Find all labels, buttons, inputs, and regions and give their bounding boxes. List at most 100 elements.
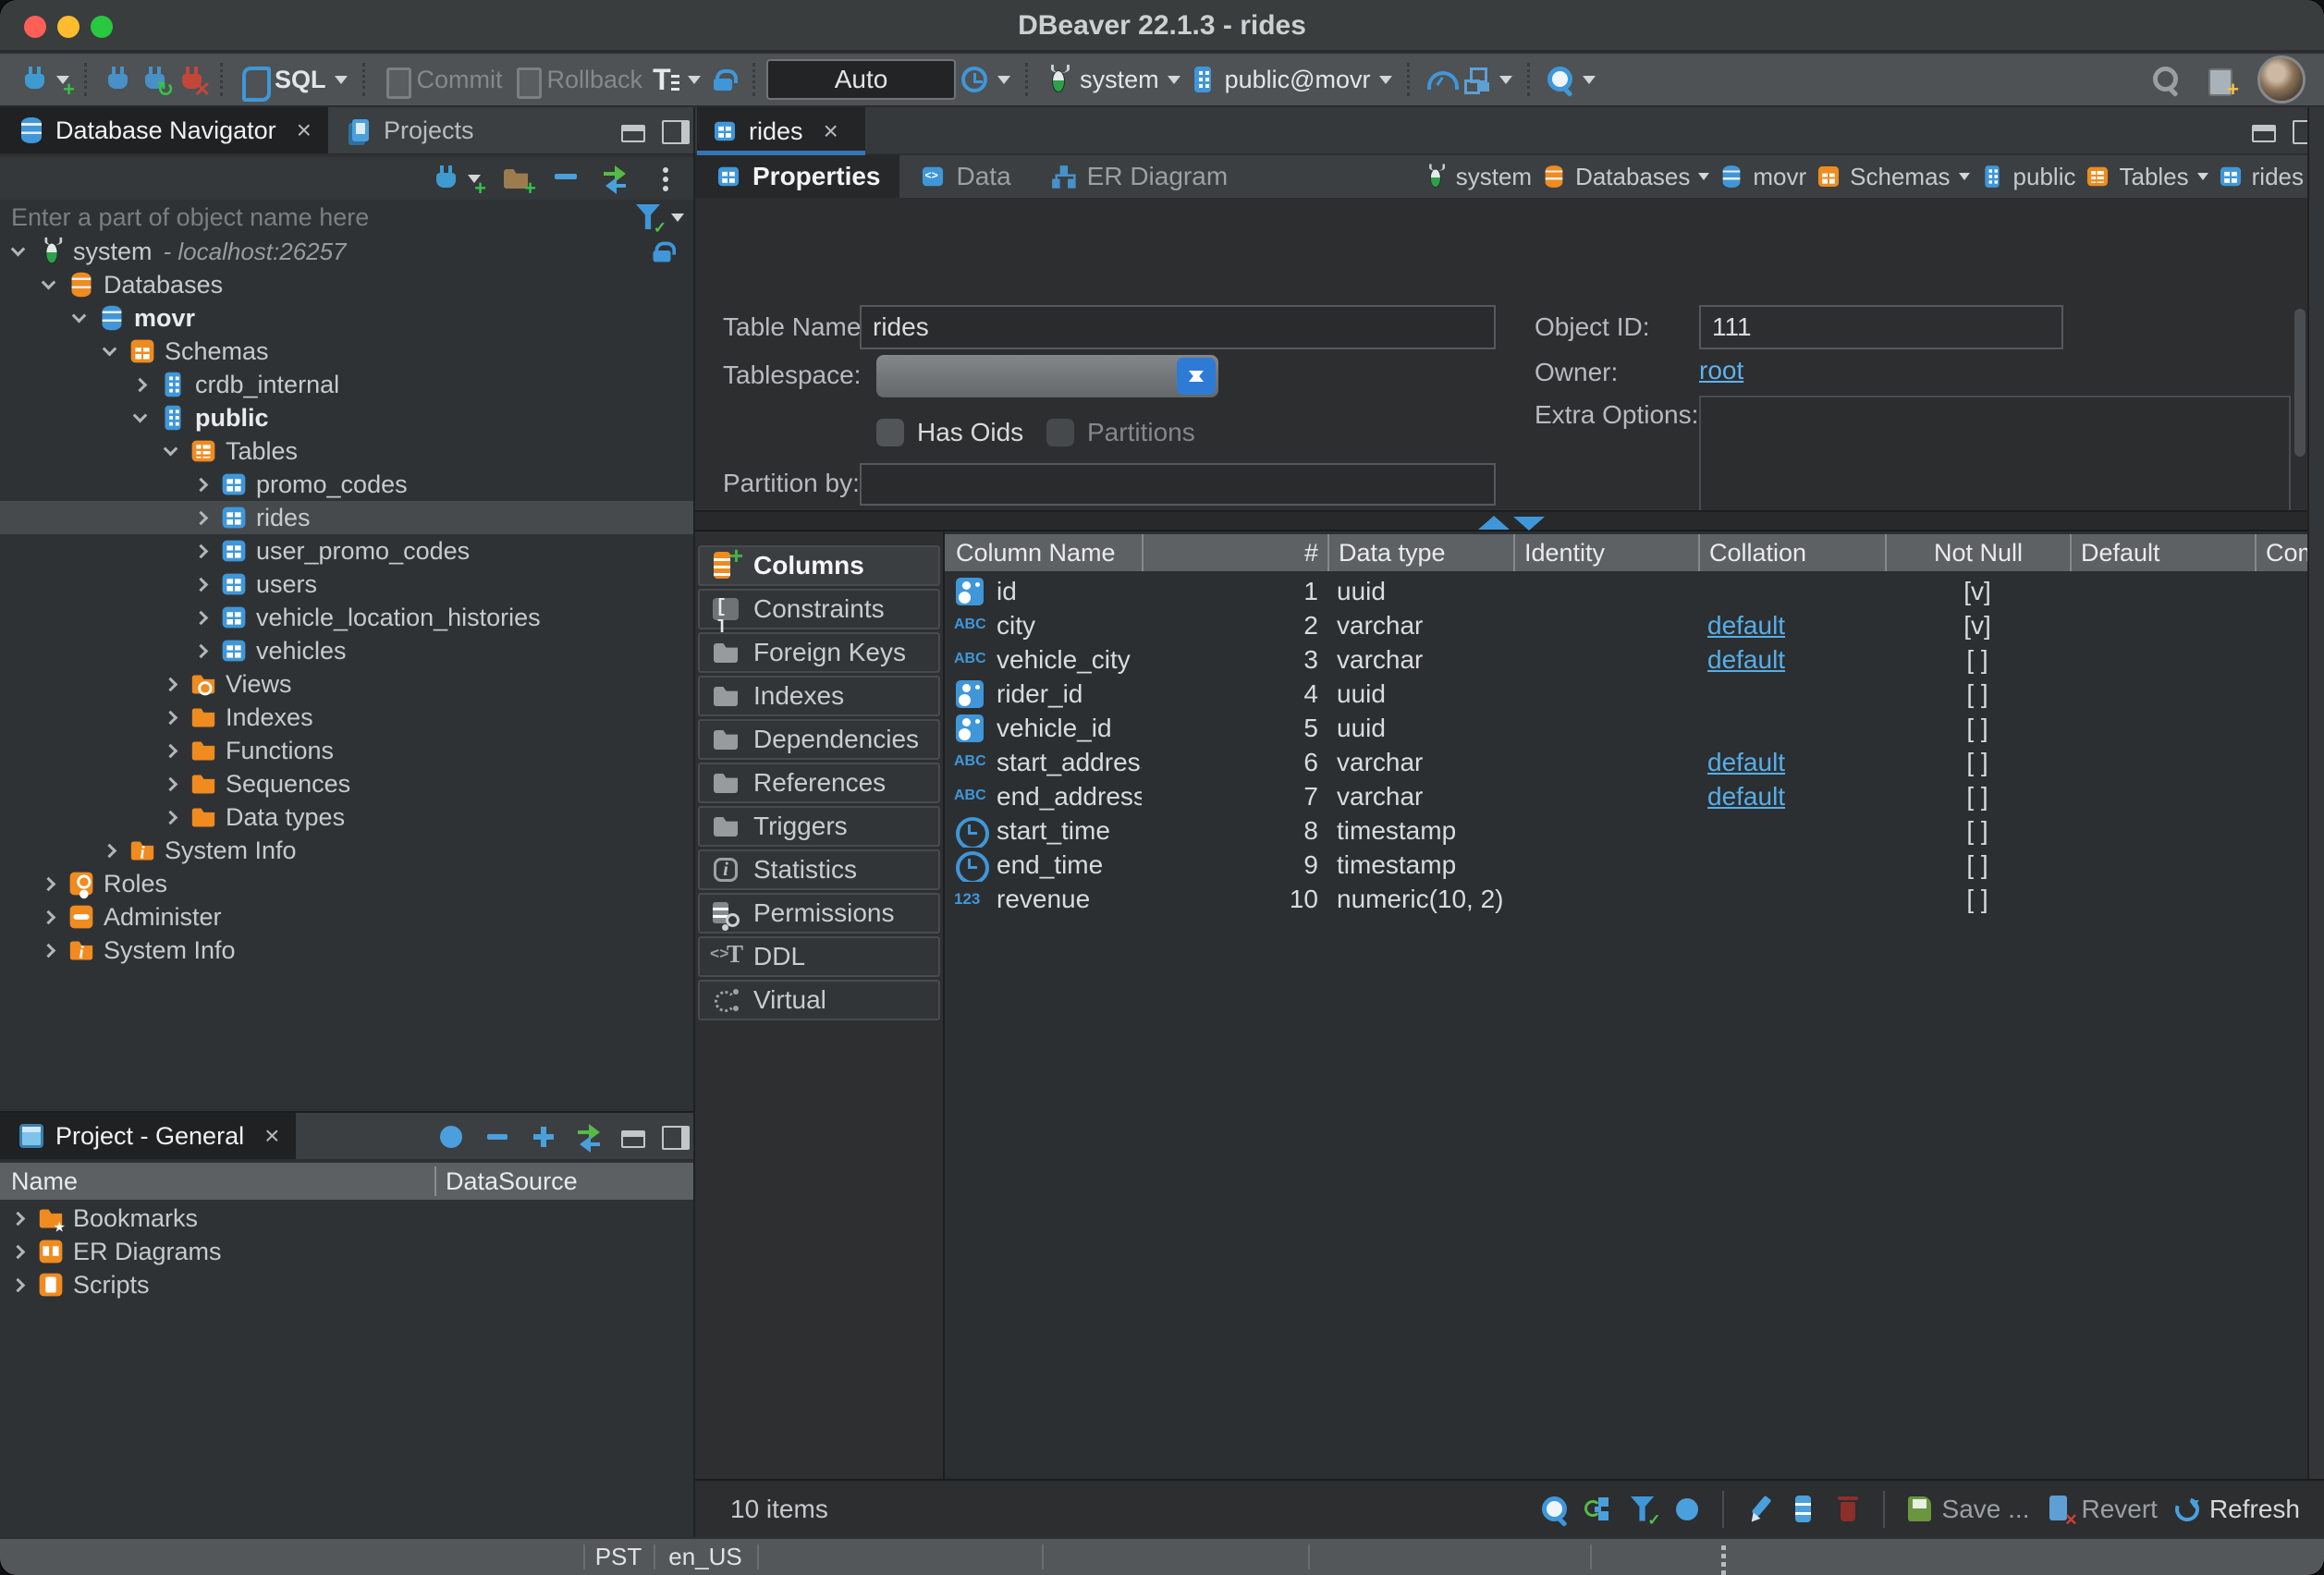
packages-button[interactable] — [1462, 65, 1512, 94]
grid-filter[interactable] — [1628, 1495, 1657, 1524]
grid-header-data-type[interactable]: Data type — [1327, 534, 1513, 571]
new-window-button[interactable]: + — [2204, 65, 2233, 94]
minus-button[interactable] — [483, 1122, 512, 1152]
chevron-down-icon[interactable] — [72, 308, 87, 323]
chevron-right-icon[interactable] — [164, 710, 178, 725]
max-ctl[interactable] — [656, 1122, 686, 1152]
locale-indicator[interactable]: en_US — [654, 1539, 757, 1575]
chevron-down-icon[interactable] — [1379, 76, 1392, 84]
combo-arrows-icon[interactable] — [1177, 358, 1216, 395]
chevron-down-icon[interactable] — [133, 408, 148, 422]
chevron-right-icon[interactable] — [11, 1211, 26, 1226]
chevron-right-icon[interactable] — [194, 477, 209, 492]
tree-item-rides[interactable]: rides — [0, 501, 693, 534]
sql-editor-button[interactable]: SQL — [238, 65, 348, 94]
editor-tab-rides[interactable]: rides × — [697, 107, 865, 155]
subtab-properties[interactable]: Properties — [695, 155, 899, 198]
grid-header-identity[interactable]: Identity — [1513, 534, 1698, 571]
chevron-down-icon[interactable] — [688, 76, 701, 84]
chevron-down-icon[interactable] — [1698, 173, 1709, 180]
section-tab-virtual[interactable]: Virtual — [698, 980, 940, 1020]
breadcrumb-databases[interactable]: Databases — [1539, 162, 1709, 191]
chevron-right-icon[interactable] — [42, 910, 56, 924]
kebab-button[interactable] — [651, 164, 680, 193]
user-avatar-button[interactable] — [2257, 55, 2306, 104]
chevron-down-icon[interactable] — [1499, 76, 1512, 84]
timezone-indicator[interactable]: PST — [583, 1539, 654, 1575]
chevron-down-icon[interactable] — [335, 76, 348, 84]
revert-button[interactable]: Revert — [2044, 1495, 2157, 1524]
section-tab-columns[interactable]: Columns — [698, 545, 940, 586]
tree-item-crdb-internal[interactable]: crdb_internal — [0, 368, 693, 401]
section-tab-foreign-keys[interactable]: Foreign Keys — [698, 632, 940, 673]
minimize-editor-icon[interactable] — [2248, 116, 2278, 146]
tree-item-databases[interactable]: Databases — [0, 268, 693, 301]
form-scrollbar[interactable] — [2294, 309, 2306, 457]
breadcrumb-rides[interactable]: rides — [2216, 162, 2304, 191]
collation-default-link[interactable]: default — [1707, 748, 1785, 777]
tree-item-promo-codes[interactable]: promo_codes — [0, 468, 693, 501]
chevron-right-icon[interactable] — [194, 543, 209, 558]
section-tab-permissions[interactable]: Permissions — [698, 893, 940, 934]
section-tab-indexes[interactable]: Indexes — [698, 676, 940, 716]
chevron-down-icon[interactable] — [671, 214, 684, 222]
tree-item-vehicles[interactable]: vehicles — [0, 634, 693, 667]
project-item-bookmarks[interactable]: Bookmarks — [0, 1202, 693, 1235]
min-ctl[interactable] — [618, 1122, 647, 1152]
tree-item-functions[interactable]: Functions — [0, 734, 693, 767]
close-icon[interactable]: × — [824, 118, 838, 144]
sync-sel-button[interactable] — [601, 164, 630, 193]
chevron-right-icon[interactable] — [194, 510, 209, 525]
chevron-right-icon[interactable] — [11, 1244, 26, 1259]
chevron-down-icon[interactable] — [11, 241, 26, 256]
tree-item-vehicle-location-histories[interactable]: vehicle_location_histories — [0, 601, 693, 634]
chevron-right-icon[interactable] — [194, 577, 209, 592]
chevron-right-icon[interactable] — [42, 876, 56, 891]
commit-button[interactable]: Commit — [380, 65, 503, 94]
chevron-right-icon[interactable] — [164, 677, 178, 691]
tree-item-tables[interactable]: Tables — [0, 434, 693, 468]
chevron-down-icon[interactable] — [1959, 173, 1970, 180]
chevron-right-icon[interactable] — [194, 643, 209, 658]
partition-by-input[interactable] — [860, 463, 1496, 506]
tree-item-system-info[interactable]: System Info — [0, 834, 693, 867]
table-row[interactable]: end_address7varchardefault[ ] — [945, 779, 2307, 813]
statusbar-drag-handle[interactable] — [1721, 1545, 1726, 1550]
grid-delete[interactable] — [1833, 1495, 1863, 1524]
chevron-down-icon[interactable] — [103, 341, 117, 356]
breadcrumb-system[interactable]: system — [1420, 162, 1532, 191]
chevron-right-icon[interactable] — [42, 943, 56, 958]
object-filter-input[interactable] — [9, 202, 633, 233]
chevron-down-icon[interactable] — [1168, 76, 1180, 84]
column-header-name[interactable]: Name — [0, 1167, 434, 1196]
plug-new-button[interactable]: + — [430, 164, 481, 193]
chevron-right-icon[interactable] — [103, 843, 117, 858]
subtab-data[interactable]: Data — [899, 155, 1030, 198]
table-row[interactable]: vehicle_city3varchardefault[ ] — [945, 642, 2307, 677]
chevron-right-icon[interactable] — [164, 810, 178, 824]
plug-reconnect-button[interactable]: ↻ — [139, 65, 168, 94]
collapse-all-button[interactable] — [551, 164, 581, 193]
tree-item-views[interactable]: Views — [0, 667, 693, 701]
has-oids-checkbox[interactable] — [876, 419, 904, 446]
section-tab-statistics[interactable]: Statistics — [698, 849, 940, 890]
cockroach-button[interactable]: system — [1043, 65, 1180, 94]
folder-new-button[interactable]: + — [501, 164, 531, 193]
maximize-panel-icon[interactable] — [656, 116, 686, 146]
section-tab-triggers[interactable]: Triggers — [698, 806, 940, 847]
tree-item-movr[interactable]: movr — [0, 301, 693, 335]
tablespace-select[interactable] — [876, 355, 1218, 397]
grid-settings[interactable] — [1672, 1495, 1702, 1524]
section-tab-ddl[interactable]: DDL — [698, 936, 940, 977]
table-row[interactable]: vehicle_id5uuid[ ] — [945, 711, 2307, 745]
auto-commit-select[interactable]: Auto — [766, 59, 956, 100]
chevron-right-icon[interactable] — [194, 610, 209, 625]
column-header-datasource[interactable]: DataSource — [434, 1166, 693, 1196]
section-tab-dependencies[interactable]: Dependencies — [698, 719, 940, 760]
save-button[interactable]: Save ... — [1905, 1495, 2030, 1524]
tree-item-system-info[interactable]: System Info — [0, 934, 693, 967]
refresh-button[interactable]: Refresh — [2172, 1495, 2300, 1524]
search-blue-button[interactable] — [1545, 65, 1596, 94]
breadcrumb-schemas[interactable]: Schemas — [1814, 162, 1969, 191]
plug-disconnect-button[interactable] — [102, 65, 131, 94]
